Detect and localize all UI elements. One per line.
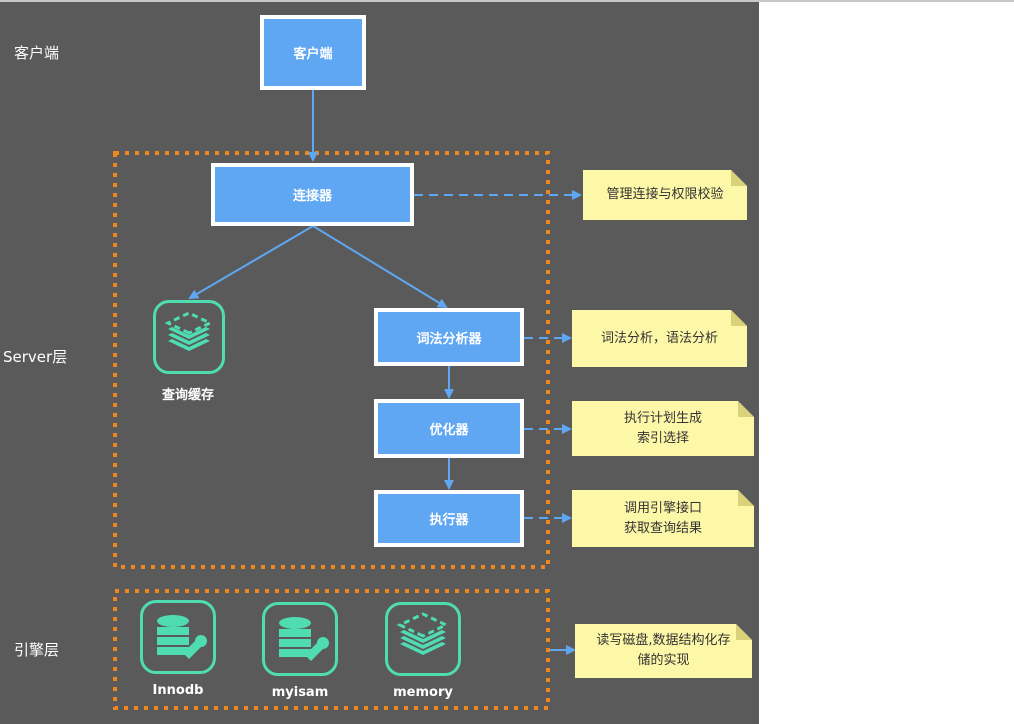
database-wrench-icon [279, 617, 329, 661]
layer-label-server: Server层 [3, 348, 68, 366]
arrow-connector-cache [188, 225, 314, 300]
note-executor-line-1: 调用引擎接口 [623, 500, 702, 516]
stack-layers-icon [396, 612, 450, 655]
engine-innodb-label: Innodb [152, 683, 204, 698]
engine-myisam-icon-box[interactable] [262, 602, 338, 676]
engine-memory-icon-box[interactable] [385, 602, 461, 676]
note-executor-line-2: 获取查询结果 [623, 520, 702, 536]
connector-node[interactable]: 连接器 [211, 163, 414, 226]
query-cache-label: 查询缓存 [161, 388, 214, 403]
note-connector: 管理连接与权限校验 [583, 170, 747, 220]
layer-label-client: 客户端 [14, 44, 60, 62]
engine-innodb-icon-box[interactable] [140, 600, 216, 674]
note-engine: 读写磁盘,数据结构化存 储的实现 [575, 624, 752, 678]
note-optimizer-line-2: 索引选择 [636, 430, 689, 446]
optimizer-node[interactable]: 优化器 [374, 399, 524, 458]
note-connector-line-1: 管理连接与权限校验 [606, 187, 724, 202]
executor-node[interactable]: 执行器 [374, 490, 524, 547]
engine-memory-label: memory [393, 685, 453, 700]
note-lexer: 词法分析，语法分析 [572, 310, 747, 367]
client-node[interactable]: 客户端 [260, 15, 366, 90]
note-optimizer-line-1: 执行计划生成 [623, 410, 702, 426]
note-executor: 调用引擎接口 获取查询结果 [572, 490, 754, 547]
note-optimizer: 执行计划生成 索引选择 [572, 401, 754, 456]
note-engine-line-2: 储的实现 [637, 653, 690, 668]
database-wrench-icon [157, 615, 207, 659]
stack-layers-icon [164, 311, 214, 351]
note-engine-line-1: 读写磁盘,数据结构化存 [596, 633, 731, 648]
arrow-connector-lexer [312, 225, 448, 309]
engine-myisam-label: myisam [271, 685, 329, 700]
layer-label-engine: 引擎层 [14, 641, 60, 659]
query-cache-icon-box[interactable] [153, 300, 225, 374]
note-lexer-line-1: 词法分析，语法分析 [600, 330, 718, 346]
lexer-node[interactable]: 词法分析器 [374, 308, 524, 366]
